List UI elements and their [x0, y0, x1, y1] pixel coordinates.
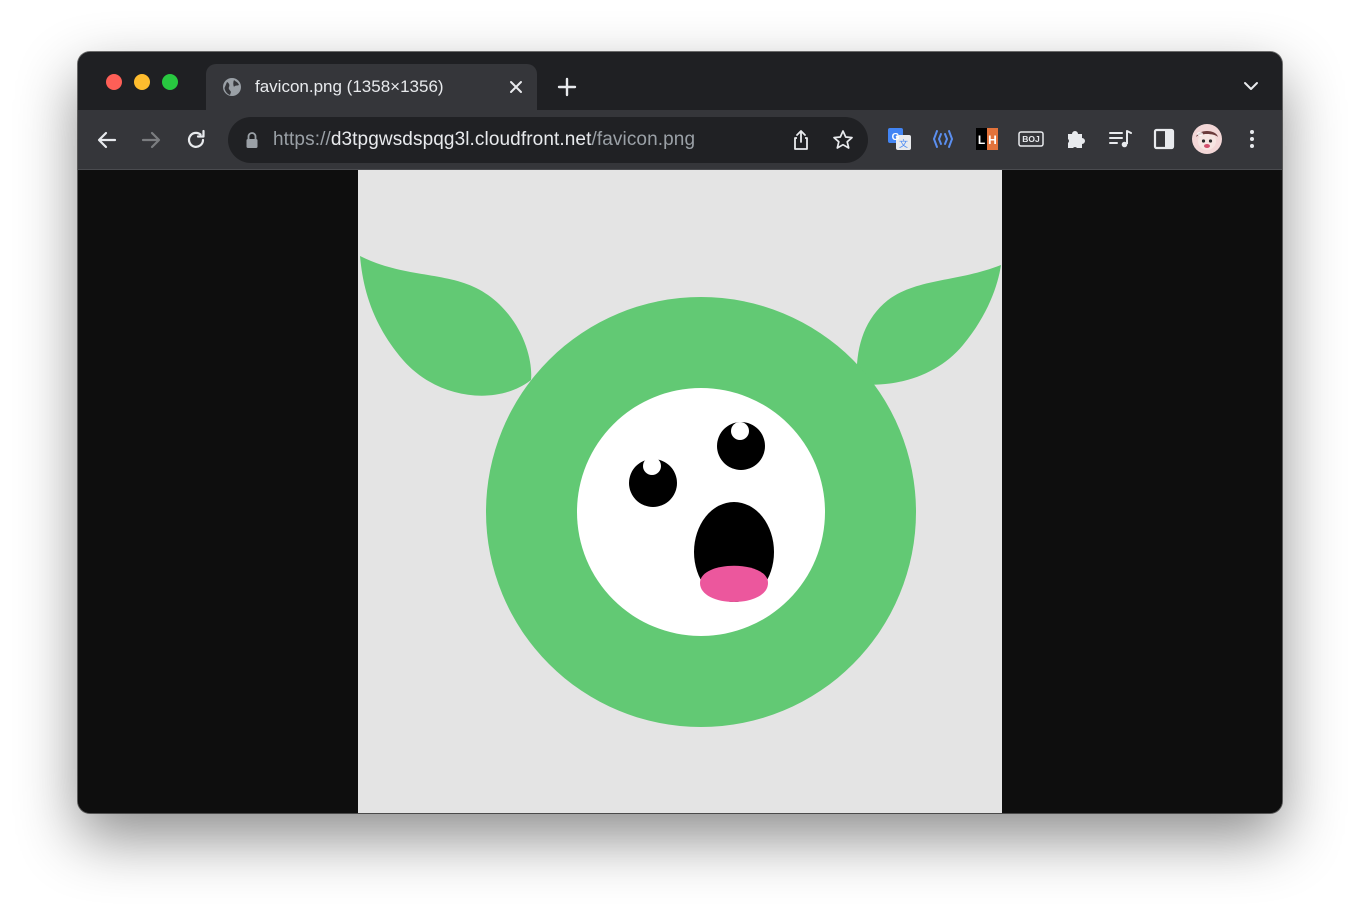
chevron-down-icon[interactable]	[1242, 80, 1260, 92]
close-window-button[interactable]	[106, 74, 122, 90]
url-path: /favicon.png	[591, 129, 696, 150]
svg-text:BOJ: BOJ	[1022, 134, 1040, 144]
active-tab[interactable]: favicon.png (1358×1356)	[206, 64, 537, 110]
close-icon[interactable]	[507, 78, 525, 96]
monster-mascot-image	[360, 256, 1001, 727]
svg-text:L: L	[978, 133, 985, 147]
side-panel-icon[interactable]	[1150, 125, 1178, 153]
browser-window: favicon.png (1358×1356) https://d3tpgwsd…	[78, 52, 1282, 813]
profile-avatar[interactable]	[1191, 123, 1223, 155]
svg-text:H: H	[988, 133, 997, 147]
reload-icon[interactable]	[183, 127, 209, 153]
address-bar[interactable]: https://d3tpgwsdspqg3l.cloudfront.net/fa…	[228, 117, 868, 163]
lock-icon[interactable]	[245, 131, 259, 149]
favicon-image[interactable]	[358, 170, 1002, 813]
reading-list-icon[interactable]	[1106, 125, 1134, 153]
arrow-right-icon[interactable]	[138, 127, 164, 153]
url-scheme: https://	[273, 129, 331, 150]
star-icon[interactable]	[832, 129, 854, 151]
tab-title: favicon.png (1358×1356)	[255, 77, 444, 96]
url-text[interactable]: https://d3tpgwsdspqg3l.cloudfront.net/fa…	[273, 129, 695, 151]
boj-extension-icon[interactable]: BOJ	[1017, 125, 1045, 153]
readaloud-icon[interactable]	[929, 125, 957, 153]
page-content	[78, 170, 1282, 813]
tab-strip: favicon.png (1358×1356)	[78, 52, 1282, 110]
plus-icon[interactable]	[556, 76, 578, 98]
fullscreen-window-button[interactable]	[162, 74, 178, 90]
toolbar: https://d3tpgwsdspqg3l.cloudfront.net/fa…	[78, 110, 1282, 170]
url-host: d3tpgwsdspqg3l.cloudfront.net	[330, 129, 592, 150]
svg-text:文: 文	[899, 138, 908, 149]
share-icon[interactable]	[790, 129, 812, 151]
arrow-left-icon[interactable]	[94, 127, 120, 153]
google-translate-icon[interactable]: G 文	[885, 125, 913, 153]
lighthouse-icon[interactable]: L H	[973, 125, 1001, 153]
globe-icon	[223, 78, 241, 96]
puzzle-icon[interactable]	[1062, 125, 1090, 153]
minimize-window-button[interactable]	[134, 74, 150, 90]
kebab-menu-icon[interactable]	[1238, 125, 1266, 153]
